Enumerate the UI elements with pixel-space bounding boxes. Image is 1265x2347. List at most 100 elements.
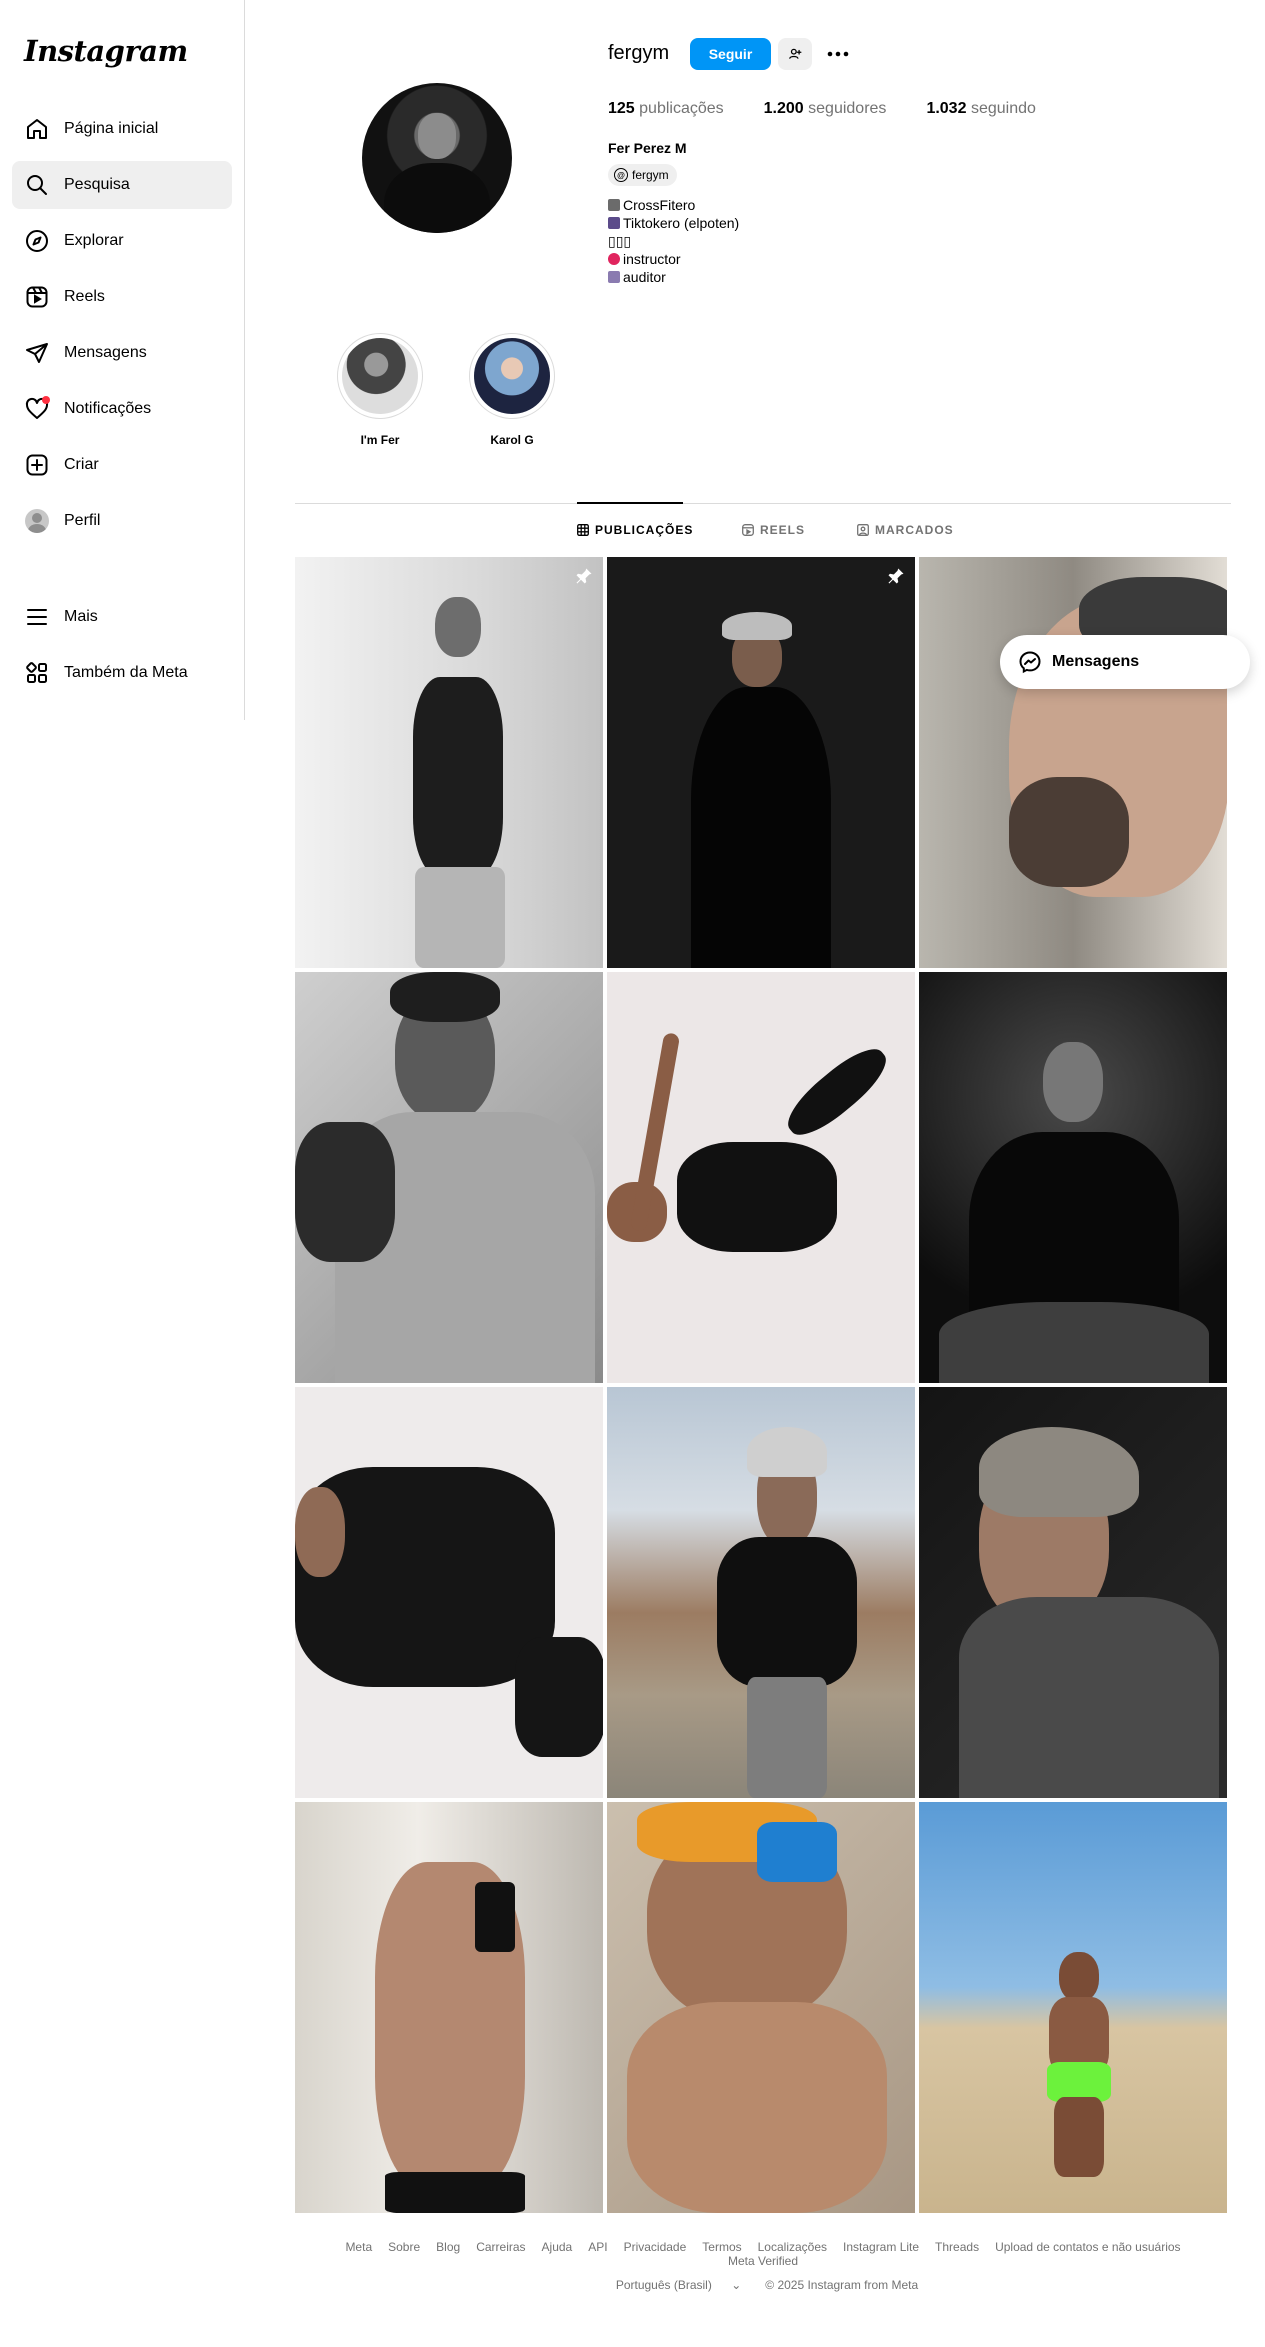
tab-posts[interactable]: PUBLICAÇÕES: [577, 523, 693, 537]
bio-line: CrossFitero: [608, 196, 739, 214]
profile-stats: 125 publicações 1.200 seguidores 1.032 s…: [608, 100, 1076, 118]
footer-link[interactable]: Blog: [436, 2240, 460, 2254]
suggested-accounts-button[interactable]: [778, 38, 812, 70]
profile-full-name: Fer Perez M: [608, 140, 687, 156]
messages-floating-button[interactable]: Mensagens: [1000, 635, 1250, 689]
post-thumbnail[interactable]: [607, 972, 915, 1383]
footer-link[interactable]: Ajuda: [542, 2240, 573, 2254]
post-thumbnail[interactable]: [919, 972, 1227, 1383]
reels-icon: [24, 284, 50, 310]
post-thumbnail[interactable]: [295, 1802, 603, 2213]
sidebar-item-also-from-meta[interactable]: Também da Meta: [12, 649, 232, 697]
sidebar-item-label: Pesquisa: [64, 176, 130, 193]
profile-bio: CrossFitero Tiktokero (elpoten) ▯▯▯ inst…: [608, 196, 739, 286]
highlight-label: I'm Fer: [360, 433, 400, 447]
compass-icon: [24, 228, 50, 254]
active-tab-indicator: [577, 502, 683, 504]
sidebar-item-explore[interactable]: Explorar: [12, 217, 232, 265]
sidebar-item-more[interactable]: Mais: [12, 593, 232, 641]
threads-icon: @: [614, 168, 628, 182]
post-thumbnail[interactable]: [295, 972, 603, 1383]
apps-icon: [24, 660, 50, 686]
highlight-item[interactable]: I'm Fer: [337, 333, 423, 447]
tab-tagged[interactable]: MARCADOS: [857, 523, 954, 537]
sidebar-item-label: Mensagens: [64, 344, 147, 361]
sidebar-item-label: Página inicial: [64, 120, 159, 137]
sidebar-item-label: Criar: [64, 456, 99, 473]
post-thumbnail[interactable]: [919, 1387, 1227, 1798]
footer-link[interactable]: Meta: [345, 2240, 372, 2254]
highlight-cover: [342, 338, 418, 414]
sidebar-item-profile[interactable]: Perfil: [12, 497, 232, 545]
plus-square-icon: [24, 452, 50, 478]
language-selector[interactable]: Português (Brasil) ⌄: [608, 2278, 749, 2292]
sidebar-item-label: Também da Meta: [64, 664, 188, 681]
avatar: [25, 509, 49, 533]
boxing-glove-emoji-icon: [608, 253, 620, 265]
bio-line: ▯▯▯: [608, 233, 632, 249]
profile-username: fergym: [608, 42, 670, 64]
bio-line: instructor: [608, 250, 739, 268]
footer-link[interactable]: Instagram Lite: [843, 2240, 919, 2254]
sidebar: Instagram Página inicial Pesquisa Explor…: [0, 0, 245, 720]
footer-link[interactable]: API: [588, 2240, 607, 2254]
footer-link[interactable]: Threads: [935, 2240, 979, 2254]
weightlifter-emoji-icon: [608, 199, 620, 211]
footer-bottom: Português (Brasil) ⌄ © 2025 Instagram fr…: [295, 2278, 1231, 2292]
followers-stat[interactable]: 1.200 seguidores: [764, 100, 887, 118]
footer-link[interactable]: Meta Verified: [728, 2254, 798, 2268]
home-icon: [24, 116, 50, 142]
post-thumbnail[interactable]: [295, 1387, 603, 1798]
pinned-icon: [888, 568, 904, 584]
search-icon: [24, 172, 50, 198]
sidebar-item-search[interactable]: Pesquisa: [12, 161, 232, 209]
post-thumbnail[interactable]: [295, 557, 603, 968]
notification-dot: [42, 396, 50, 404]
following-stat[interactable]: 1.032 seguindo: [926, 100, 1035, 118]
footer-link[interactable]: Localizações: [758, 2240, 827, 2254]
footer-links: Meta Sobre Blog Carreiras Ajuda API Priv…: [295, 2240, 1231, 2268]
heart-icon: [24, 396, 50, 422]
footer-link[interactable]: Carreiras: [476, 2240, 525, 2254]
footer-link[interactable]: Termos: [702, 2240, 741, 2254]
footer-link[interactable]: Upload de contatos e não usuários: [995, 2240, 1180, 2254]
footer-link[interactable]: Privacidade: [624, 2240, 687, 2254]
threads-handle: fergym: [632, 168, 669, 182]
follow-button[interactable]: Seguir: [690, 38, 771, 70]
more-options-button[interactable]: [824, 38, 852, 70]
post-thumbnail[interactable]: [607, 1387, 915, 1798]
bio-line: auditor: [608, 268, 739, 286]
sidebar-item-home[interactable]: Página inicial: [12, 105, 232, 153]
post-thumbnail[interactable]: [919, 1802, 1227, 2213]
sidebar-item-label: Reels: [64, 288, 105, 305]
instagram-logo[interactable]: Instagram: [24, 34, 188, 68]
sidebar-item-label: Mais: [64, 608, 98, 625]
posts-grid: [295, 557, 1230, 2213]
profile-picture[interactable]: [362, 83, 512, 233]
grid-icon: [577, 524, 589, 536]
chevron-down-icon: ⌄: [731, 2278, 742, 2292]
highlight-cover: [474, 338, 550, 414]
sidebar-item-notifications[interactable]: Notificações: [12, 385, 232, 433]
highlight-item[interactable]: Karol G: [469, 333, 555, 447]
post-thumbnail[interactable]: [919, 557, 1227, 968]
person-emoji-icon: [608, 271, 620, 283]
footer-link[interactable]: Sobre: [388, 2240, 420, 2254]
sidebar-item-reels[interactable]: Reels: [12, 273, 232, 321]
pinned-icon: [576, 568, 592, 584]
tabs-divider: [295, 503, 1231, 504]
copyright: © 2025 Instagram from Meta: [765, 2278, 919, 2292]
sidebar-item-create[interactable]: Criar: [12, 441, 232, 489]
menu-icon: [24, 604, 50, 630]
send-icon: [24, 340, 50, 366]
sidebar-item-label: Explorar: [64, 232, 124, 249]
threads-link[interactable]: @ fergym: [608, 164, 677, 186]
bio-line: Tiktokero (elpoten): [608, 214, 739, 232]
messenger-icon: [1019, 651, 1041, 674]
tab-reels[interactable]: REELS: [742, 523, 805, 537]
post-thumbnail[interactable]: [607, 557, 915, 968]
post-thumbnail[interactable]: [607, 1802, 915, 2213]
sidebar-item-label: Notificações: [64, 400, 152, 417]
sidebar-item-messages[interactable]: Mensagens: [12, 329, 232, 377]
add-person-icon: [789, 48, 802, 59]
